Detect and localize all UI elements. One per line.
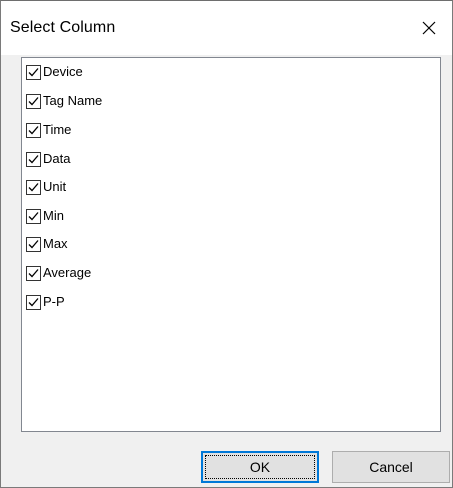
cancel-button[interactable]: Cancel <box>332 451 450 483</box>
column-checklist[interactable]: Device Tag Name Time Data Unit Min Max A… <box>21 57 441 432</box>
checkbox[interactable] <box>26 64 41 80</box>
list-item-label: Max <box>43 236 68 251</box>
list-item-label: Device <box>43 64 83 79</box>
close-icon <box>422 21 436 35</box>
list-item-p-p[interactable]: P-P <box>26 293 65 311</box>
list-item-tag-name[interactable]: Tag Name <box>26 92 102 110</box>
checkbox[interactable] <box>26 265 41 281</box>
checkbox[interactable] <box>26 208 41 224</box>
list-item-unit[interactable]: Unit <box>26 178 66 196</box>
select-column-dialog: Select Column Device Tag Name Time Data … <box>0 0 453 488</box>
focus-ring <box>205 455 315 479</box>
list-item-label: Min <box>43 208 64 223</box>
checkmark-icon <box>28 125 39 134</box>
list-item-label: Tag Name <box>43 93 103 108</box>
cancel-button-label: Cancel <box>369 459 413 475</box>
checkbox[interactable] <box>26 179 41 195</box>
checkmark-icon <box>28 96 39 105</box>
list-item-label: Data <box>43 151 71 166</box>
checkmark-icon <box>28 239 39 248</box>
close-button[interactable] <box>406 1 452 55</box>
list-item-label: Time <box>43 122 72 137</box>
checkmark-icon <box>28 211 39 220</box>
title-bar: Select Column <box>1 1 452 55</box>
checkmark-icon <box>28 67 39 76</box>
checkbox[interactable] <box>26 151 41 167</box>
list-item-min[interactable]: Min <box>26 207 64 225</box>
checkbox[interactable] <box>26 236 41 252</box>
list-item-time[interactable]: Time <box>26 121 71 139</box>
checkbox[interactable] <box>26 93 41 109</box>
list-item-label: Average <box>43 265 92 280</box>
checkmark-icon <box>28 268 39 277</box>
checkmark-icon <box>28 182 39 191</box>
list-item-average[interactable]: Average <box>26 264 91 282</box>
checkmark-icon <box>28 154 39 163</box>
list-item-device[interactable]: Device <box>26 63 83 81</box>
list-item-label: P-P <box>43 294 65 309</box>
ok-button[interactable]: OK <box>201 451 319 483</box>
dialog-title: Select Column <box>10 19 116 36</box>
checkbox[interactable] <box>26 294 41 310</box>
list-item-max[interactable]: Max <box>26 235 68 253</box>
list-item-label: Unit <box>43 179 67 194</box>
checkmark-icon <box>28 297 39 306</box>
checkbox[interactable] <box>26 122 41 138</box>
list-item-data[interactable]: Data <box>26 150 70 168</box>
